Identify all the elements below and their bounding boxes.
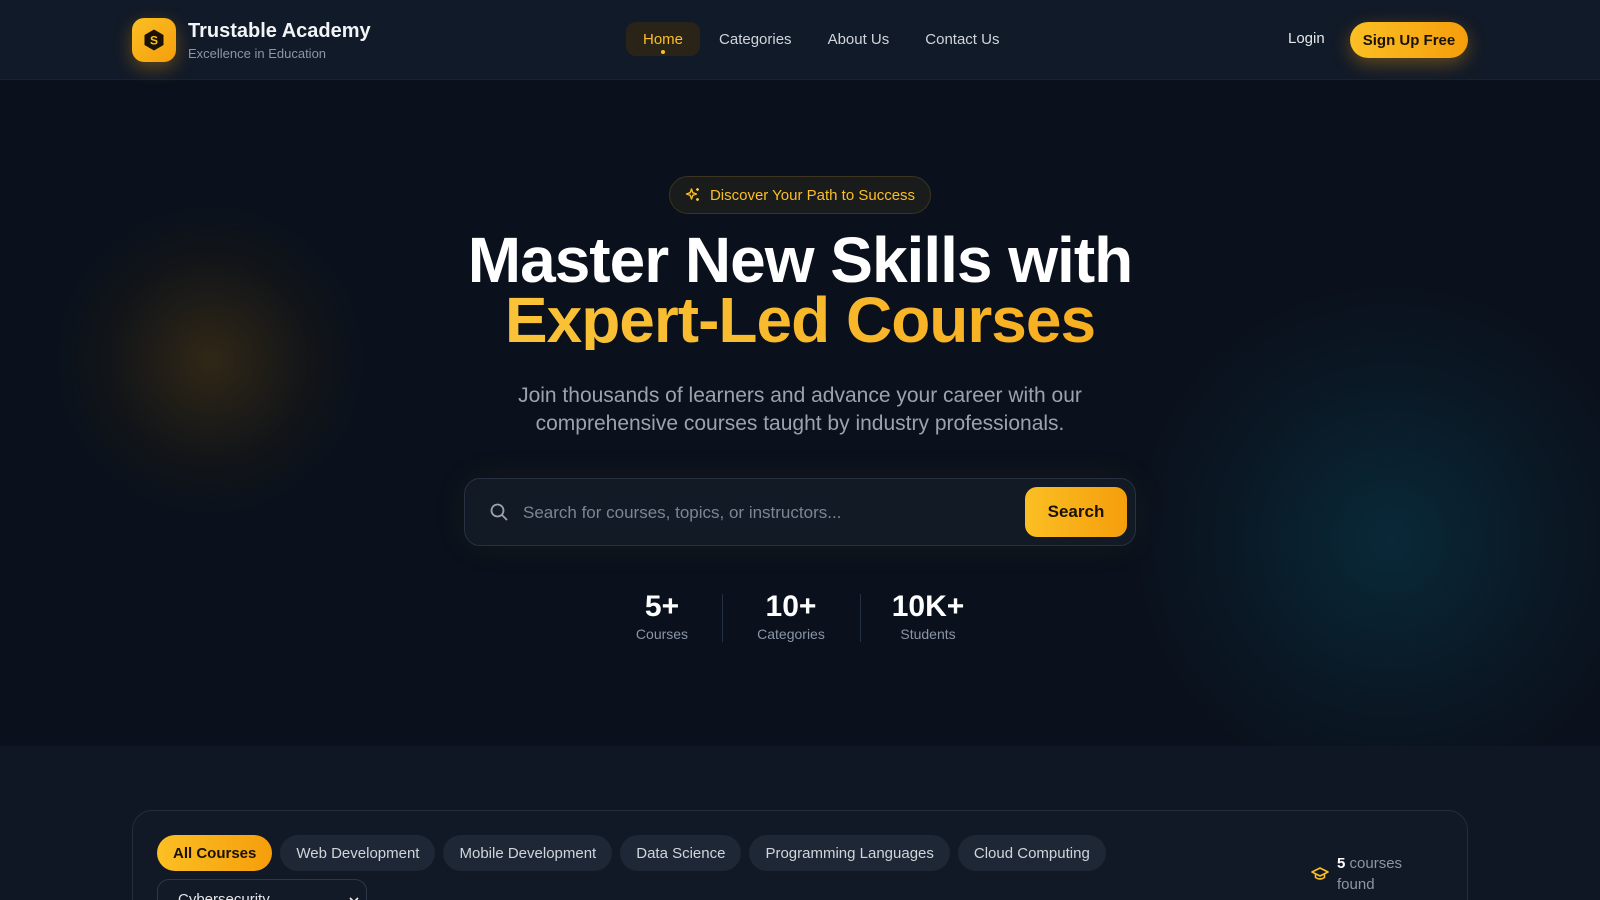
- nav-item-home[interactable]: Home: [626, 22, 701, 56]
- hero-subtitle: Join thousands of learners and advance y…: [518, 384, 1082, 435]
- svg-text:S: S: [150, 34, 158, 48]
- sparkles-icon: [685, 188, 699, 201]
- stat-label: Students: [900, 626, 956, 642]
- hexagon-s-icon: S: [144, 29, 164, 51]
- category-select[interactable]: Cybersecurity: [157, 879, 367, 900]
- results-text: 5 courses found: [1337, 853, 1437, 895]
- logo-badge[interactable]: S: [132, 18, 176, 62]
- results-count-value: 5: [1337, 855, 1346, 872]
- chip-cloud-computing[interactable]: Cloud Computing: [957, 835, 1106, 871]
- hero-pill-text: Discover Your Path to Success: [709, 186, 916, 204]
- hero-pill-badge: Discover Your Path to Success: [669, 176, 931, 214]
- stat-divider: [860, 594, 861, 642]
- main-nav: Home Categories About Us Contact Us: [626, 22, 1018, 56]
- stat-categories: 10+ Categories: [743, 590, 839, 642]
- nav-item-categories[interactable]: Categories: [702, 22, 809, 56]
- results-count-label: courses found: [1337, 855, 1403, 893]
- chip-programming-languages[interactable]: Programming Languages: [749, 835, 950, 871]
- site-header: S Trustable Academy Excellence in Educat…: [0, 0, 1600, 80]
- signup-button[interactable]: Sign Up Free: [1350, 22, 1468, 58]
- course-search-bar: Search: [464, 478, 1136, 546]
- search-icon: [490, 503, 508, 521]
- hero-headline: Master New Skills with Expert-Led Course…: [0, 224, 1600, 352]
- chip-web-development[interactable]: Web Development: [280, 835, 436, 871]
- search-button[interactable]: Search: [1025, 487, 1127, 537]
- search-input[interactable]: [523, 496, 993, 530]
- hero-headline-line2: Expert-Led Courses: [0, 288, 1600, 352]
- stat-divider: [722, 594, 723, 642]
- nav-item-about-us[interactable]: About Us: [811, 22, 907, 56]
- nav-item-contact-us[interactable]: Contact Us: [908, 22, 1016, 56]
- login-link[interactable]: Login: [1288, 30, 1325, 47]
- stat-students: 10K+ Students: [880, 590, 976, 642]
- hero-section: Discover Your Path to Success Master New…: [0, 80, 1600, 746]
- category-chips: All Courses Web Development Mobile Devel…: [157, 835, 1106, 871]
- category-select-value: Cybersecurity: [178, 890, 270, 900]
- stat-label: Courses: [635, 626, 689, 642]
- stat-courses: 5+ Courses: [620, 590, 704, 642]
- graduation-cap-icon: [1311, 867, 1329, 880]
- brand-subtitle: Excellence in Education: [188, 46, 327, 61]
- stat-label: Categories: [757, 626, 825, 642]
- chip-mobile-development[interactable]: Mobile Development: [443, 835, 613, 871]
- brand-title[interactable]: Trustable Academy: [188, 20, 371, 43]
- chip-data-science[interactable]: Data Science: [620, 835, 742, 871]
- course-filter-panel: All Courses Web Development Mobile Devel…: [132, 810, 1468, 900]
- chip-all-courses[interactable]: All Courses: [157, 835, 273, 871]
- chevron-down-icon: [349, 897, 359, 900]
- hero-headline-line1: Master New Skills with: [467, 224, 1133, 296]
- stat-value: 10+: [765, 590, 817, 623]
- stat-value: 5+: [644, 590, 680, 623]
- stat-value: 10K+: [891, 590, 965, 623]
- hero-stats: 5+ Courses 10+ Categories 10K+ Students: [0, 590, 1600, 650]
